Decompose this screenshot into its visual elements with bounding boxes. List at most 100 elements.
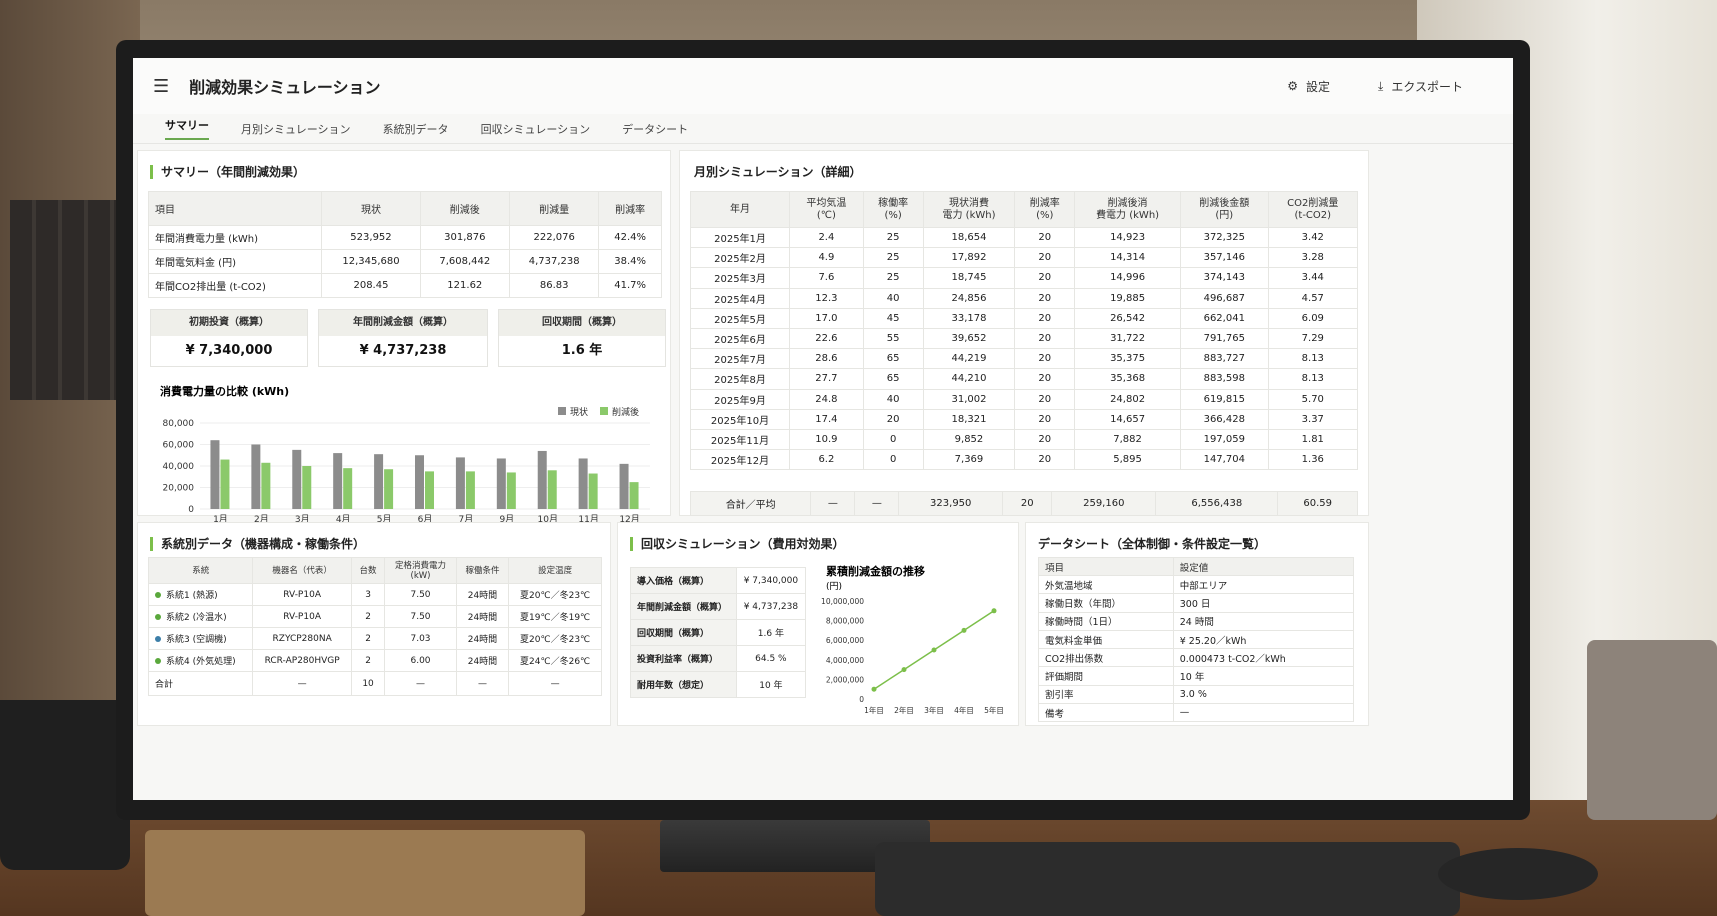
cell-text: 夏24℃／冬26℃	[520, 657, 591, 667]
table-cell: 14,314	[1074, 247, 1181, 269]
table-cell: 19,885	[1074, 287, 1181, 309]
table-cell: 25	[862, 267, 924, 289]
table-cell: 8.13	[1267, 368, 1359, 390]
table-cell: 33,178	[922, 307, 1016, 329]
table-cell: 7.50	[384, 583, 457, 606]
table-row: 系統2 (冷温水) RV-P10A 2 7.50 24時間 夏19℃／冬19℃	[147, 605, 602, 628]
bar-after	[547, 470, 557, 509]
row-label: 2025年3月	[689, 267, 791, 289]
table-cell: 31,722	[1074, 327, 1181, 350]
table-row: 稼働日数（年間） 300 日	[1038, 593, 1355, 613]
table-cell: 24時間	[455, 583, 510, 606]
cell-text: 7.03	[410, 633, 431, 644]
table-cell: 2	[350, 649, 386, 672]
app-screen: ☰ 削減効果シミュレーション ⚙ 設定 ⤓ エクスポート サマリー 月別シミュレーシ…	[133, 58, 1513, 800]
bar-current	[455, 457, 465, 509]
row-label: 2025年4月	[689, 287, 791, 309]
bar-after	[343, 468, 353, 509]
monthly-table: 年月 平均気温 (℃) 稼働率 (%) 現状消費 電力 (kWh) 削減率 (%) 削減後…	[689, 191, 1359, 471]
table-cell: 7,608,442	[419, 249, 510, 274]
table-cell: 20	[1014, 226, 1076, 249]
table-cell: 10 年	[1172, 666, 1355, 686]
table-row: 備考 —	[1038, 703, 1355, 723]
hamburger-menu-icon[interactable]: ☰	[153, 76, 169, 97]
y-tick-label: 10,000,000	[821, 597, 864, 606]
kpi-initial-investment: 初期投資（概算） ¥ 7,340,000	[150, 309, 308, 367]
col-header: 削減率 (%)	[1014, 191, 1076, 228]
tab-monthly[interactable]: 月別シミュレーション	[241, 121, 351, 137]
table-cell: RZYCP280NA	[252, 627, 352, 650]
table-cell: 7.03	[384, 627, 457, 650]
table-cell: 27.7	[789, 368, 864, 390]
table-cell: 791,765	[1179, 327, 1269, 350]
tab-bar: サマリー 月別シミュレーション 系統別データ 回収シミュレーション データシート	[133, 114, 1513, 144]
settings-button[interactable]: ⚙ 設定	[1287, 78, 1330, 95]
tab-system[interactable]: 系統別データ	[383, 121, 449, 137]
bar-current	[292, 449, 302, 509]
cell-text: 3	[365, 589, 371, 600]
table-cell: 35,368	[1074, 368, 1181, 390]
table-cell: 883,727	[1179, 348, 1269, 370]
total-cell: 60.59	[1277, 491, 1358, 516]
tab-datasheet[interactable]: データシート	[622, 121, 688, 137]
cell-text: RV-P10A	[283, 611, 321, 622]
bar-after	[220, 459, 230, 509]
table-row: 系統1 (熱源) RV-P10A 3 7.50 24時間 夏20℃／冬23℃	[147, 583, 602, 606]
table-cell: 6.2	[789, 449, 864, 471]
bar-chart-title: 消費電力量の比較 (kWh)	[160, 385, 290, 398]
system-table: 系統 機器名（代表） 台数 定格消費電力 (kW) 稼働条件 設定温度 系統1 (熱源) R…	[147, 557, 602, 696]
cell-text: 夏20℃／冬23℃	[520, 635, 591, 645]
cell-text: RV-P10A	[283, 589, 321, 600]
export-button[interactable]: ⤓ エクスポート	[1378, 78, 1463, 95]
row-label: 2025年9月	[689, 388, 791, 410]
table-cell: 24時間	[455, 605, 510, 628]
kpi-payback-period: 回収期間（概算） 1.6 年	[498, 309, 666, 367]
total-row: 合計 —10— — —	[147, 671, 602, 696]
data-point	[991, 608, 997, 614]
row-label: 2025年1月	[689, 226, 791, 249]
tab-payback[interactable]: 回収シミュレーション	[481, 121, 591, 137]
row-label: 外気温地域	[1038, 574, 1174, 595]
bar-current	[496, 458, 506, 509]
plant-pot	[1587, 640, 1717, 820]
table-cell: 夏20℃／冬23℃	[508, 627, 602, 650]
table-cell: 24,856	[922, 287, 1016, 309]
datasheet-panel: データシート（全体制御・条件設定一覧） 項目 設定値 外気温地域 中部エリア 稼働日…	[1025, 522, 1369, 726]
table-cell: 2	[350, 605, 386, 628]
table-cell: 20	[1014, 348, 1076, 370]
table-row: 外気温地域 中部エリア	[1038, 574, 1355, 595]
table-cell: 系統2 (冷温水)	[147, 605, 254, 628]
system-title: 系統別データ（機器構成・稼働条件）	[150, 535, 365, 552]
tab-summary[interactable]: サマリー	[165, 117, 209, 140]
table-cell: 3.0 %	[1172, 684, 1355, 705]
table-row: 導入価格（概算） ¥ 7,340,000	[630, 567, 807, 594]
col-header: 現状消費 電力 (kWh)	[922, 191, 1016, 228]
table-cell: 4.9	[789, 247, 864, 269]
table-row: 年間削減金額（概算） ¥ 4,737,238	[630, 593, 807, 620]
table-cell: 系統1 (熱源)	[147, 583, 254, 606]
table-row: 年間電気料金 (円) 12,345,680 7,608,442 4,737,238 38…	[147, 249, 662, 274]
table-cell: ¥ 25.20／kWh	[1172, 629, 1355, 650]
table-row: 評価期間 10 年	[1038, 666, 1355, 686]
y-tick-label: 40,000	[163, 462, 195, 472]
table-row: 2025年2月 4.9 25 17,892 20 14,314 357,146 3.28	[689, 247, 1359, 269]
kpi-label: 年間削減金額（概算）	[319, 310, 487, 336]
table-cell: 42.4%	[598, 225, 662, 250]
bar-after	[588, 473, 598, 509]
col-header: 削減後	[419, 191, 510, 226]
table-cell: ¥ 7,340,000	[735, 567, 807, 594]
table-cell: 25	[862, 226, 924, 249]
table-cell: 301,876	[419, 225, 510, 250]
row-label: 割引率	[1038, 684, 1174, 705]
mug	[0, 700, 130, 870]
y-tick-label: 80,000	[163, 419, 195, 429]
row-label: 系統2 (冷温水)	[166, 613, 227, 623]
row-label: 年間CO2排出量 (t-CO2)	[147, 273, 323, 298]
table-cell: 65	[862, 348, 924, 370]
table-cell: 40	[862, 388, 924, 410]
table-cell: 20	[1014, 247, 1076, 269]
table-cell: —	[1172, 703, 1355, 723]
table-row: 回収期間（概算） 1.6 年	[630, 619, 807, 646]
table-cell: 44,219	[922, 348, 1016, 370]
row-label: 2025年12月	[689, 449, 791, 471]
